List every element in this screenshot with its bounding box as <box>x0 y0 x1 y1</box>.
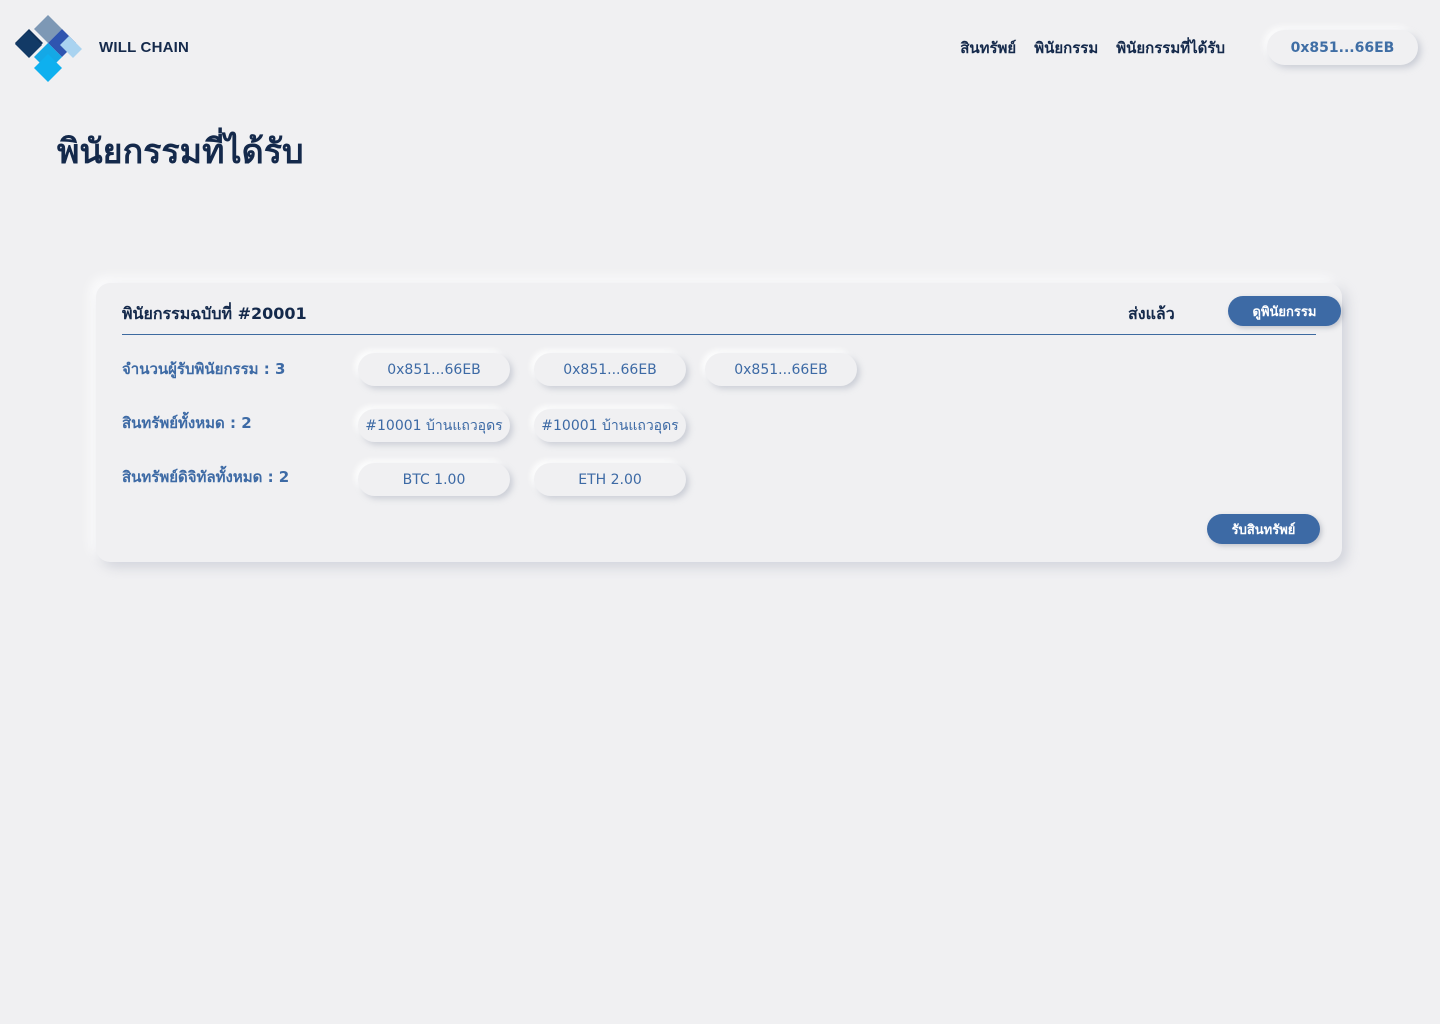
digital-asset-pill[interactable]: BTC 1.00 <box>358 463 510 496</box>
digital-asset-pill[interactable]: ETH 2.00 <box>534 463 686 496</box>
beneficiary-address-pill[interactable]: 0x851...66EB <box>358 353 510 386</box>
receive-assets-button[interactable]: รับสินทรัพย์ <box>1207 514 1320 544</box>
beneficiary-address-pill[interactable]: 0x851...66EB <box>705 353 857 386</box>
app-header: WILL CHAIN สินทรัพย์ พินัยกรรม พินัยกรรม… <box>0 0 1440 96</box>
asset-pill[interactable]: #10001 บ้านแถวอุดร <box>534 409 686 442</box>
will-card-title: พินัยกรรมฉบับที่ #20001 <box>122 304 307 323</box>
beneficiary-address-pill[interactable]: 0x851...66EB <box>534 353 686 386</box>
nav-item-wills[interactable]: พินัยกรรม <box>1034 36 1098 60</box>
page-title: พินัยกรรมที่ได้รับ <box>57 132 304 172</box>
view-will-button[interactable]: ดูพินัยกรรม <box>1228 296 1341 326</box>
nav-item-assets[interactable]: สินทรัพย์ <box>960 36 1016 60</box>
status-label: ส่งแล้ว <box>1128 304 1175 323</box>
nav-item-received-wills[interactable]: พินัยกรรมที่ได้รับ <box>1116 36 1225 60</box>
will-card-header: พินัยกรรมฉบับที่ #20001 ส่งแล้ว ดูพินัยก… <box>122 283 1341 335</box>
beneficiary-count-label: จำนวนผู้รับพินัยกรรม : 3 <box>122 360 286 378</box>
asset-pill[interactable]: #10001 บ้านแถวอุดร <box>358 409 510 442</box>
main-nav: สินทรัพย์ พินัยกรรม พินัยกรรมที่ได้รับ <box>960 36 1225 60</box>
wallet-address-button[interactable]: 0x851...66EB <box>1267 30 1418 65</box>
total-digital-assets-label: สินทรัพย์ดิจิทัลทั้งหมด : 2 <box>122 468 290 486</box>
brand-name: WILL CHAIN <box>99 39 190 56</box>
total-assets-label: สินทรัพย์ทั้งหมด : 2 <box>122 414 252 432</box>
will-card: พินัยกรรมฉบับที่ #20001 ส่งแล้ว ดูพินัยก… <box>96 283 1342 562</box>
will-chain-logo-icon[interactable] <box>14 14 84 84</box>
